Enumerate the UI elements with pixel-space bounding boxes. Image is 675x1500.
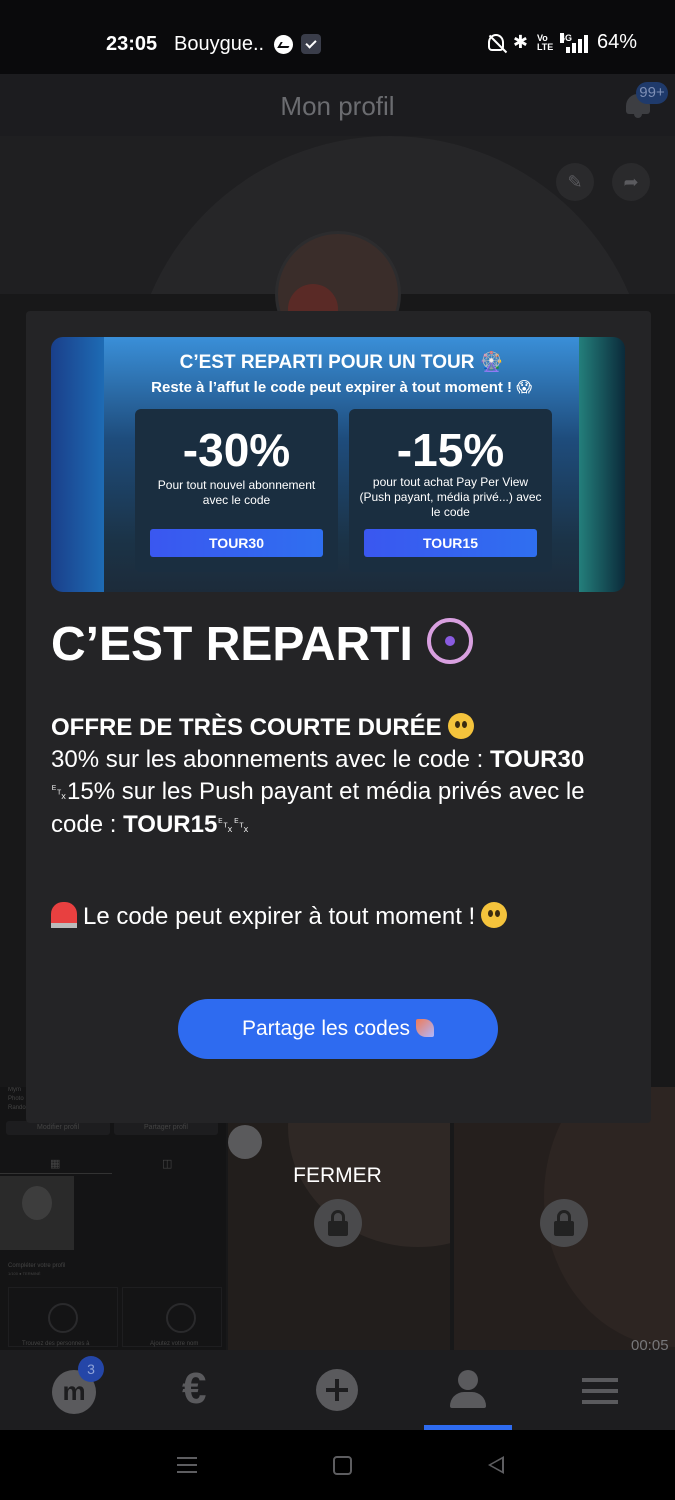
bluetooth-icon: ✱ (512, 32, 528, 52)
warning-text: Le code peut expirer à tout moment ! (83, 903, 476, 930)
status-right-icons: ✱ Vo LTE 4G 64% (487, 31, 637, 54)
share-codes-button[interactable]: Partage les codes (178, 999, 498, 1059)
home-badge: 3 (78, 1356, 104, 1382)
promo-description: Pour tout nouvel abonnement avec le code (157, 478, 316, 507)
promo-banner: C’EST REPARTI POUR UN TOUR 🎡 Reste à l’a… (51, 337, 625, 592)
mini-add-name: Ajoutez votre nom (150, 1341, 199, 1347)
lock-icon (540, 1199, 588, 1247)
offer-heading: OFFRE DE TRÈS COURTE DURÉE (51, 714, 442, 741)
offer-line1-text: 30% sur les abonnements avec le code : (51, 746, 484, 773)
missing-glyph: ␃ (51, 782, 67, 804)
status-carrier: Bouygue.. (174, 33, 265, 55)
app-header: Mon profil (0, 74, 675, 136)
share-profile-icon[interactable]: ➦ (612, 163, 650, 201)
plus-icon[interactable] (316, 1369, 358, 1411)
mini-label: Photo (8, 1096, 24, 1102)
mini-label: Mym (8, 1087, 21, 1093)
profile-icon-body[interactable] (450, 1392, 486, 1408)
battery-level: 64% (596, 31, 637, 53)
mini-people-icon (48, 1303, 78, 1333)
close-button[interactable]: FERMER (0, 1164, 675, 1188)
missing-glyph: ␃␃ (217, 815, 250, 837)
offer-code-ppv: TOUR15 (123, 811, 218, 838)
page-title: Mon profil (280, 91, 395, 121)
mini-complete-profile: Compléter votre profil (8, 1263, 66, 1269)
promo-card-ppv: -15% pour tout achat Pay Per View (Push … (349, 409, 552, 572)
modal-title-text: C’EST REPARTI (51, 618, 413, 671)
promo-code: TOUR30 (150, 529, 323, 557)
notification-badge: 99+ (636, 82, 668, 104)
lock-icon (314, 1199, 362, 1247)
volte-icon: Vo LTE (536, 32, 554, 52)
scream-emoji-icon (481, 902, 508, 928)
system-navigation-bar (0, 1430, 675, 1500)
mute-icon (487, 34, 504, 51)
share-codes-label: Partage les codes (241, 1017, 411, 1040)
hamburger-menu-icon[interactable] (582, 1378, 618, 1404)
promo-code: TOUR15 (364, 529, 537, 557)
promo-percent: -30% (182, 424, 291, 476)
mini-find-people: Trouvez des personnes à (22, 1341, 90, 1347)
offer-text: OFFRE DE TRÈS COURTE DURÉE 30% sur les a… (51, 712, 631, 842)
mini-edit-profile: Modifier profil (6, 1121, 110, 1135)
grid-cell-screenshot[interactable]: Mym Photo Rando Modifier profil Partager… (0, 1087, 226, 1350)
promo-description: pour tout achat Pay Per View (Push payan… (359, 475, 542, 519)
signal-icon: 4G (559, 32, 588, 53)
mini-share-profile: Partager profil (114, 1121, 218, 1135)
mini-label: Rando (8, 1105, 26, 1111)
bottom-navigation: m 3 € (0, 1350, 675, 1430)
expiry-warning: Le code peut expirer à tout moment ! (51, 902, 508, 931)
rocket-icon (416, 1019, 435, 1037)
recents-icon[interactable] (177, 1457, 197, 1473)
app-notification-icon (301, 34, 321, 54)
ferris-wheel-icon (426, 618, 473, 664)
network-type: 4G (559, 32, 572, 43)
scream-emoji-icon (447, 713, 474, 739)
mini-user-icon (166, 1303, 196, 1333)
offer-code-subscription: TOUR30 (489, 746, 585, 773)
siren-icon (51, 902, 77, 928)
profile-icon[interactable] (458, 1370, 478, 1390)
banner-title: C’EST REPARTI POUR UN TOUR 🎡 (179, 352, 504, 373)
promo-percent: -15% (396, 424, 505, 476)
status-time: 23:05 (106, 33, 158, 55)
status-bar: 23:05 Bouygue.. ✱ Vo LTE 4G 64% (0, 0, 675, 74)
back-icon[interactable] (488, 1456, 504, 1474)
mini-complete-sub: 1/100 ● TERMINÉ (8, 1271, 41, 1276)
edit-profile-icon[interactable]: ✎ (556, 163, 594, 201)
messenger-icon (274, 35, 293, 54)
modal-title: C’EST REPARTI (51, 617, 473, 672)
banner-subtitle: Reste à l’affut le code peut expirer à t… (151, 379, 532, 396)
home-icon[interactable] (333, 1456, 352, 1475)
promo-card-subscription: -30% Pour tout nouvel abonnement avec le… (135, 409, 338, 572)
euro-icon[interactable]: € (182, 1364, 206, 1414)
